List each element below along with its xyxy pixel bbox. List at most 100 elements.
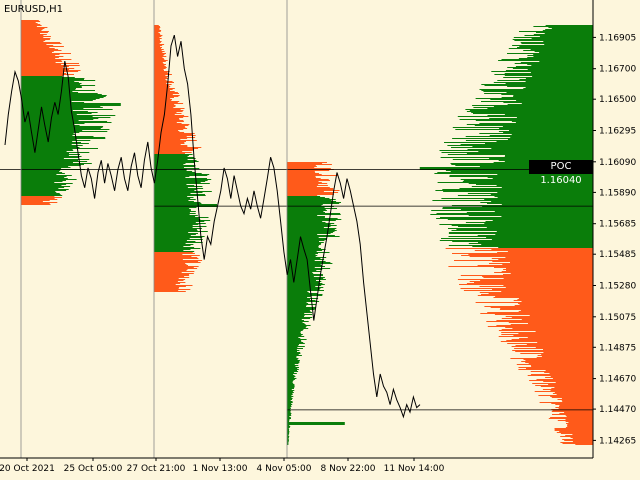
volume-bar	[567, 424, 593, 425]
volume-bar	[505, 287, 593, 288]
volume-bar	[559, 405, 593, 406]
volume-bar	[533, 34, 593, 35]
volume-bar	[21, 59, 72, 60]
volume-bar	[154, 265, 188, 266]
volume-bar	[21, 47, 50, 48]
volume-bar	[154, 175, 208, 176]
volume-bar	[154, 276, 185, 277]
volume-bar	[287, 328, 309, 329]
volume-bar	[287, 340, 302, 341]
volume-bar	[555, 407, 593, 408]
volume-bar	[533, 54, 593, 55]
y-tick-label: 1.15280	[599, 282, 636, 292]
volume-bar	[21, 121, 108, 122]
volume-bar	[154, 220, 211, 221]
volume-bar	[21, 27, 48, 28]
volume-bar	[154, 54, 165, 55]
volume-bar	[21, 168, 62, 169]
volume-bar	[287, 391, 293, 392]
volume-bar	[544, 372, 593, 373]
volume-bar	[503, 132, 593, 133]
volume-bar	[287, 289, 320, 290]
volume-bar	[287, 303, 309, 304]
volume-bar	[154, 213, 196, 214]
volume-bar	[287, 387, 295, 388]
volume-bar	[469, 281, 593, 282]
volume-bar	[287, 333, 301, 334]
volume-bar	[483, 91, 593, 92]
volume-bar	[21, 46, 64, 47]
volume-bar	[500, 341, 593, 342]
volume-bar	[21, 80, 96, 81]
volume-bar	[565, 415, 593, 416]
volume-bar	[511, 134, 593, 135]
volume-bar	[497, 80, 593, 81]
volume-bar	[475, 98, 593, 99]
volume-bar	[287, 214, 341, 215]
volume-bar	[504, 114, 593, 115]
volume-bar	[525, 78, 593, 79]
volume-bar	[154, 52, 163, 53]
volume-bar	[287, 185, 328, 186]
volume-bar	[21, 114, 77, 115]
volume-bar	[287, 309, 315, 310]
volume-bar	[154, 66, 166, 67]
volume-bar	[287, 212, 325, 213]
volume-bar	[154, 252, 193, 253]
volume-bar	[516, 100, 593, 101]
volume-bar	[21, 184, 67, 185]
volume-bar	[287, 370, 297, 371]
volume-bar	[154, 55, 164, 56]
volume-bar	[287, 171, 315, 172]
volume-bar	[287, 418, 291, 419]
volume-bar	[537, 342, 593, 343]
volume-bar	[154, 64, 166, 65]
volume-bar	[287, 317, 313, 318]
volume-bar	[490, 307, 593, 308]
volume-bar	[287, 230, 337, 231]
volume-bar	[501, 334, 593, 335]
volume-bar	[520, 42, 593, 43]
volume-bar	[287, 227, 324, 228]
volume-bar	[545, 377, 593, 378]
volume-bar	[21, 89, 76, 90]
volume-bar	[287, 200, 332, 201]
volume-bar	[21, 60, 62, 61]
y-tick-label: 1.16905	[599, 33, 636, 43]
volume-bar	[556, 432, 593, 433]
volume-bar	[512, 45, 593, 46]
volume-bar	[154, 148, 199, 149]
volume-bar	[506, 92, 593, 93]
volume-bar	[21, 90, 95, 91]
volume-bar	[21, 157, 79, 158]
y-tick-label: 1.14265	[599, 436, 636, 446]
volume-bar	[472, 105, 593, 106]
volume-bar	[154, 188, 204, 189]
volume-bar	[21, 158, 64, 159]
volume-bar	[154, 267, 194, 268]
volume-bar	[154, 165, 196, 166]
volume-bar	[154, 157, 195, 158]
volume-bar	[436, 213, 593, 214]
volume-bar	[441, 198, 593, 199]
y-tick-label: 1.14875	[599, 343, 636, 353]
volume-bar	[560, 433, 593, 434]
volume-bar	[154, 85, 170, 86]
volume-bar	[154, 180, 208, 181]
volume-bar	[154, 56, 167, 57]
volume-bar	[525, 87, 593, 88]
volume-bar	[514, 305, 593, 306]
volume-bar	[287, 338, 301, 339]
volume-bar	[287, 313, 305, 314]
volume-bar	[154, 132, 185, 133]
volume-bar	[287, 353, 301, 354]
volume-bar	[527, 337, 593, 338]
volume-bar	[504, 156, 593, 157]
volume-bar	[518, 311, 593, 312]
volume-bar	[287, 282, 320, 283]
volume-bar	[154, 124, 190, 125]
x-tick-label: 4 Nov 05:00	[257, 464, 312, 474]
volume-bar	[548, 418, 593, 419]
volume-bar	[21, 172, 63, 173]
volume-bar	[518, 333, 593, 334]
